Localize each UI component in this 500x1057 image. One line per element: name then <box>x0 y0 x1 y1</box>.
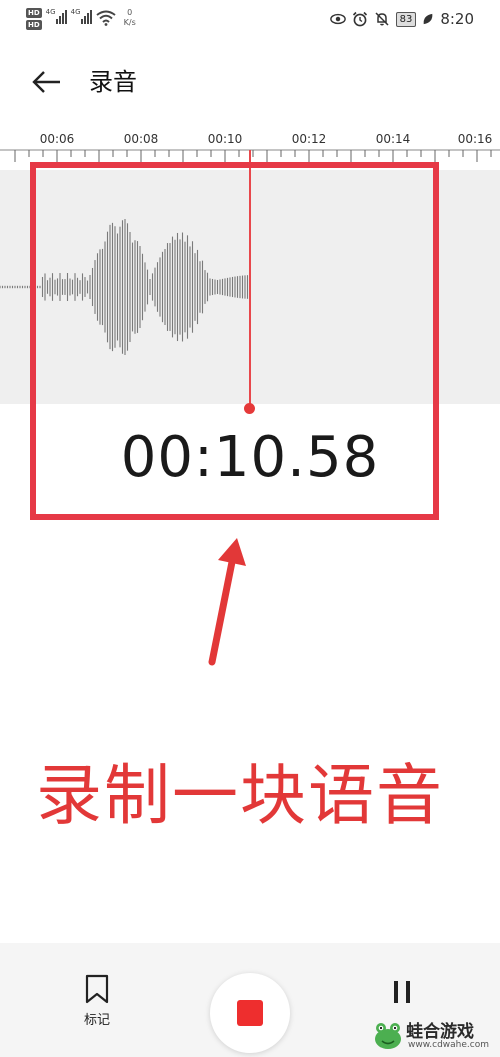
hd-badges: HD HD <box>26 8 42 30</box>
network-label: 4G <box>70 8 81 16</box>
stop-button[interactable] <box>210 973 290 1053</box>
highlight-box <box>30 162 439 520</box>
network-speed: 0 K/s <box>124 8 136 28</box>
stop-icon <box>237 1000 263 1026</box>
signal-icon: 4G <box>71 8 92 24</box>
watermark: 蛙合游戏 www.cdwahe.com <box>368 1013 498 1057</box>
back-button[interactable] <box>30 66 66 98</box>
alarm-icon <box>352 11 367 27</box>
watermark-url: www.cdwahe.com <box>408 1040 489 1050</box>
app-header: 录音 <box>0 60 500 104</box>
status-left: HD HD 4G 4G 0 K/s <box>26 8 136 30</box>
bell-off-icon <box>375 12 389 26</box>
speed-value: 0 <box>127 8 133 17</box>
signal-icon: 4G <box>46 8 67 24</box>
hd-badge: HD <box>26 8 42 18</box>
annotation-text: 录制一块语音 <box>36 757 444 834</box>
bookmark-icon <box>85 974 109 1004</box>
watermark-name: 蛙合游戏 <box>406 1022 474 1042</box>
page-title: 录音 <box>89 68 137 96</box>
speed-unit: K/s <box>123 18 136 27</box>
battery-icon: 83 <box>395 11 417 27</box>
network-label: 4G <box>45 8 56 16</box>
leaf-icon <box>423 13 433 25</box>
mark-button[interactable]: 标记 <box>72 973 122 1033</box>
hd-badge: HD <box>26 20 42 30</box>
arrow-left-icon <box>32 71 60 93</box>
annotation-arrow-icon <box>208 538 246 666</box>
frog-logo-icon <box>375 1023 401 1049</box>
status-right: 83 8:20 <box>329 10 474 28</box>
eye-icon <box>329 13 346 25</box>
mark-label: 标记 <box>83 1013 110 1028</box>
clock: 8:20 <box>440 10 474 28</box>
status-bar: HD HD 4G 4G 0 K/s 83 8:20 <box>0 0 500 42</box>
wifi-icon <box>96 10 116 26</box>
